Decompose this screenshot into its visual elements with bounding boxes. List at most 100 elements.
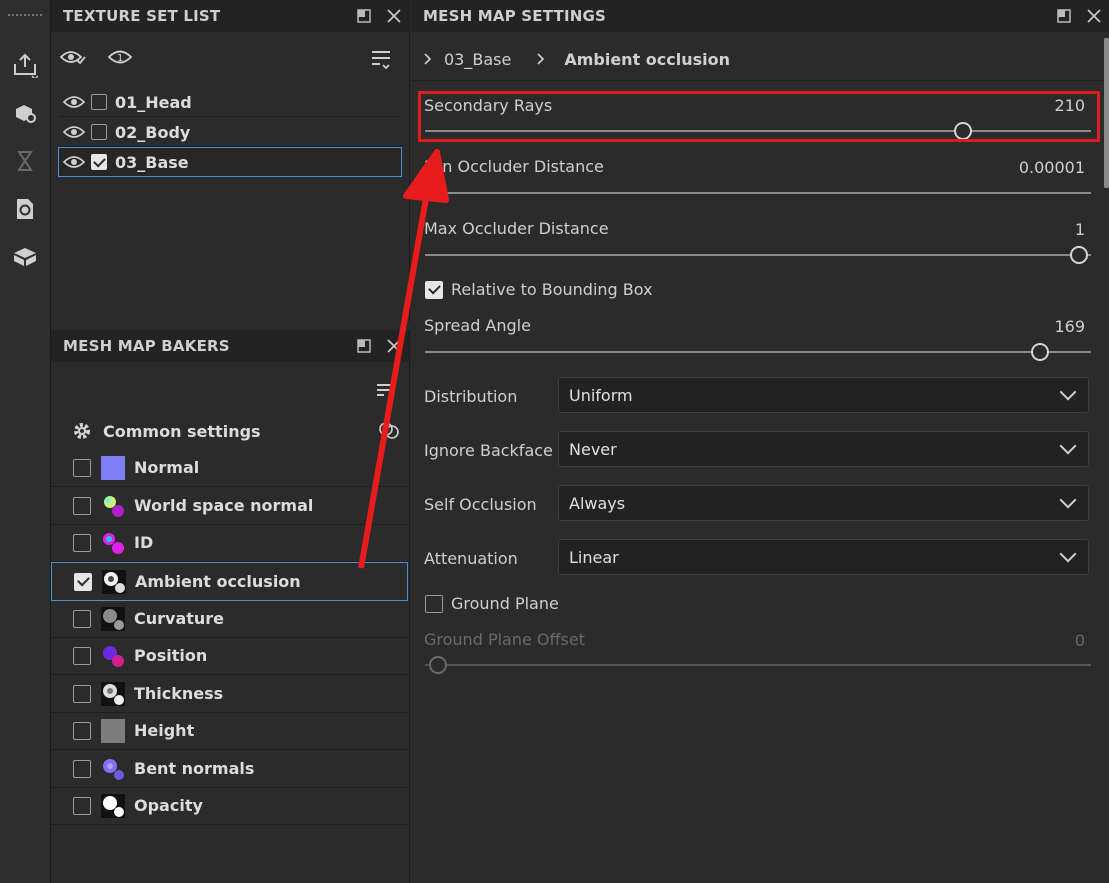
breadcrumb-current[interactable]: Ambient occlusion [564, 50, 730, 69]
ground-plane-label: Ground Plane [451, 594, 559, 613]
min-occluder-distance-value[interactable]: 0.00001 [1019, 158, 1085, 177]
svg-text:1: 1 [117, 53, 123, 64]
close-panel-button[interactable] [1079, 1, 1109, 31]
undock-button[interactable] [349, 331, 379, 361]
curvature-icon [101, 606, 125, 631]
texture-set-checkbox[interactable] [91, 94, 107, 110]
texture-set-list-panel: TEXTURE SET LIST 1 01_Head 02_Body 03_Ba… [51, 0, 410, 322]
ground-plane-checkbox[interactable] [425, 594, 443, 613]
ambient-occlusion-icon [102, 569, 126, 594]
panel-title: MESH MAP SETTINGS [423, 7, 607, 25]
solo-view-icon[interactable]: 1 [107, 46, 135, 74]
chevron-down-icon [1059, 491, 1077, 509]
breadcrumb: 03_Base Ambient occlusion [411, 38, 1109, 81]
baker-item-curvature[interactable]: Curvature [51, 600, 408, 638]
bent-normals-icon [103, 758, 124, 780]
min-occluder-distance-slider-track[interactable] [425, 192, 1091, 194]
baker-checkbox[interactable] [73, 721, 91, 740]
baker-checkbox[interactable] [73, 533, 91, 552]
baker-item-opacity[interactable]: Opacity [51, 787, 408, 825]
spread-angle-slider-handle[interactable] [1031, 343, 1049, 361]
normal-map-icon [101, 455, 125, 480]
spread-angle-slider-track[interactable] [425, 351, 1091, 353]
mesh-cube-icon[interactable] [10, 242, 40, 272]
ground-plane-toggle[interactable]: Ground Plane [425, 594, 559, 613]
texture-set-checkbox[interactable] [91, 154, 107, 170]
baker-checkbox[interactable] [73, 458, 91, 477]
baker-item-ambient-occlusion[interactable]: Ambient occlusion [51, 562, 408, 601]
undock-button[interactable] [349, 1, 379, 31]
texture-set-item-selected[interactable]: 03_Base [58, 147, 402, 177]
spread-angle-value[interactable]: 169 [1054, 317, 1085, 336]
visibility-filter-icon[interactable] [59, 46, 87, 74]
close-panel-button[interactable] [379, 1, 409, 31]
refresh-document-icon[interactable] [10, 194, 40, 224]
texture-set-list-header: TEXTURE SET LIST [51, 0, 409, 32]
baker-item-world-space-normal[interactable]: World space normal [51, 487, 408, 525]
undock-button[interactable] [1049, 1, 1079, 31]
min-occluder-distance-slider-handle[interactable] [429, 184, 447, 202]
baker-checkbox[interactable] [73, 609, 91, 628]
texture-set-item[interactable]: 02_Body [59, 118, 401, 147]
max-occluder-distance-slider-track[interactable] [425, 254, 1091, 256]
attenuation-value: Linear [569, 547, 619, 567]
baker-item-height[interactable]: Height [51, 712, 408, 750]
opacity-map-icon [101, 793, 125, 818]
position-map-icon [103, 645, 124, 667]
distribution-select[interactable]: Uniform [558, 377, 1089, 413]
baker-item-id[interactable]: ID [51, 524, 408, 562]
eye-icon[interactable] [63, 94, 85, 110]
texture-set-label: 03_Base [115, 152, 189, 172]
max-occluder-distance-value[interactable]: 1 [1075, 220, 1085, 239]
ignore-backface-select[interactable]: Never [558, 431, 1089, 467]
link-icon[interactable] [377, 420, 403, 446]
common-settings-label: Common settings [103, 421, 261, 441]
baker-checkbox[interactable] [73, 496, 91, 515]
baker-item-bent-normals[interactable]: Bent normals [51, 750, 408, 788]
texture-set-label: 01_Head [115, 92, 192, 112]
panel-title: MESH MAP BAKERS [63, 337, 230, 355]
ground-plane-offset-slider-track [425, 664, 1091, 666]
bake-icon[interactable] [10, 98, 40, 128]
baker-label: Position [134, 646, 208, 665]
eye-icon[interactable] [63, 124, 85, 140]
bakers-menu-icon[interactable] [376, 382, 392, 402]
settings-scrollbar[interactable] [1104, 38, 1109, 188]
world-space-normal-icon [104, 495, 124, 517]
relative-to-bounding-box-toggle[interactable]: Relative to Bounding Box [425, 280, 653, 299]
baker-item-thickness[interactable]: Thickness [51, 675, 408, 713]
baker-item-normal[interactable]: Normal [51, 449, 408, 487]
baker-checkbox[interactable] [73, 796, 91, 815]
list-settings-icon[interactable] [370, 48, 392, 76]
baker-label: Opacity [134, 796, 203, 815]
baker-label: Thickness [134, 684, 224, 703]
spread-angle-label: Spread Angle [424, 316, 531, 335]
baker-checkbox[interactable] [73, 646, 91, 665]
export-icon[interactable] [10, 50, 40, 80]
left-toolbar [0, 0, 51, 883]
baker-checkbox[interactable] [73, 684, 91, 703]
max-occluder-distance-label: Max Occluder Distance [424, 219, 609, 238]
self-occlusion-select[interactable]: Always [558, 485, 1089, 521]
baker-item-position[interactable]: Position [51, 637, 408, 675]
breadcrumb-texture-set[interactable]: 03_Base [444, 50, 511, 69]
gear-icon [74, 423, 90, 439]
baker-checkbox[interactable] [73, 759, 91, 778]
mesh-map-bakers-panel: MESH MAP BAKERS Common settings Normal W… [51, 330, 410, 883]
max-occluder-distance-slider-handle[interactable] [1070, 246, 1088, 264]
attenuation-select[interactable]: Linear [558, 539, 1089, 575]
close-panel-button[interactable] [379, 331, 409, 361]
texture-set-checkbox[interactable] [91, 124, 107, 140]
toolbar-grip[interactable] [8, 14, 42, 20]
thickness-map-icon [101, 681, 125, 706]
common-settings-row[interactable]: Common settings [71, 418, 261, 444]
baker-checkbox[interactable] [74, 572, 92, 591]
texture-set-item[interactable]: 01_Head [59, 88, 401, 117]
relative-to-bounding-box-checkbox[interactable] [425, 280, 443, 299]
hourglass-icon[interactable] [10, 146, 40, 176]
eye-icon[interactable] [63, 154, 85, 170]
ground-plane-offset-label: Ground Plane Offset [424, 630, 585, 649]
baker-label: Bent normals [134, 759, 255, 778]
mesh-map-settings-header: MESH MAP SETTINGS [411, 0, 1109, 32]
texture-set-label: 02_Body [115, 122, 191, 142]
